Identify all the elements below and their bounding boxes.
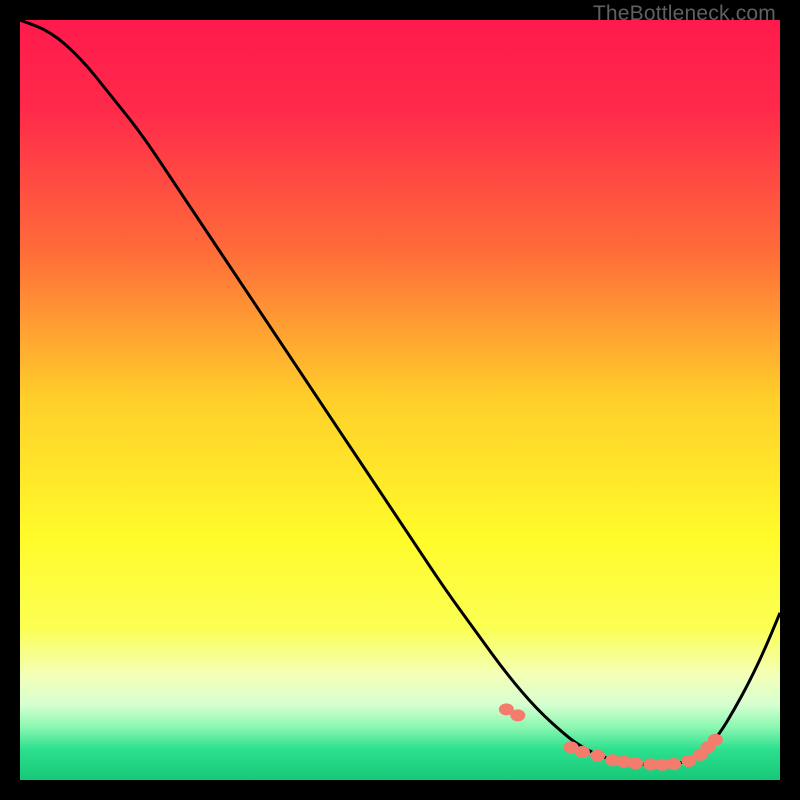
bottleneck-curve-chart (20, 20, 780, 780)
curve-marker (708, 734, 723, 746)
curve-marker (666, 758, 681, 770)
gradient-background (20, 20, 780, 780)
watermark-text: TheBottleneck.com (593, 2, 776, 26)
curve-marker (510, 709, 525, 721)
chart-frame (20, 20, 780, 780)
curve-marker (575, 746, 590, 758)
curve-marker (628, 757, 643, 769)
curve-marker (590, 750, 605, 762)
